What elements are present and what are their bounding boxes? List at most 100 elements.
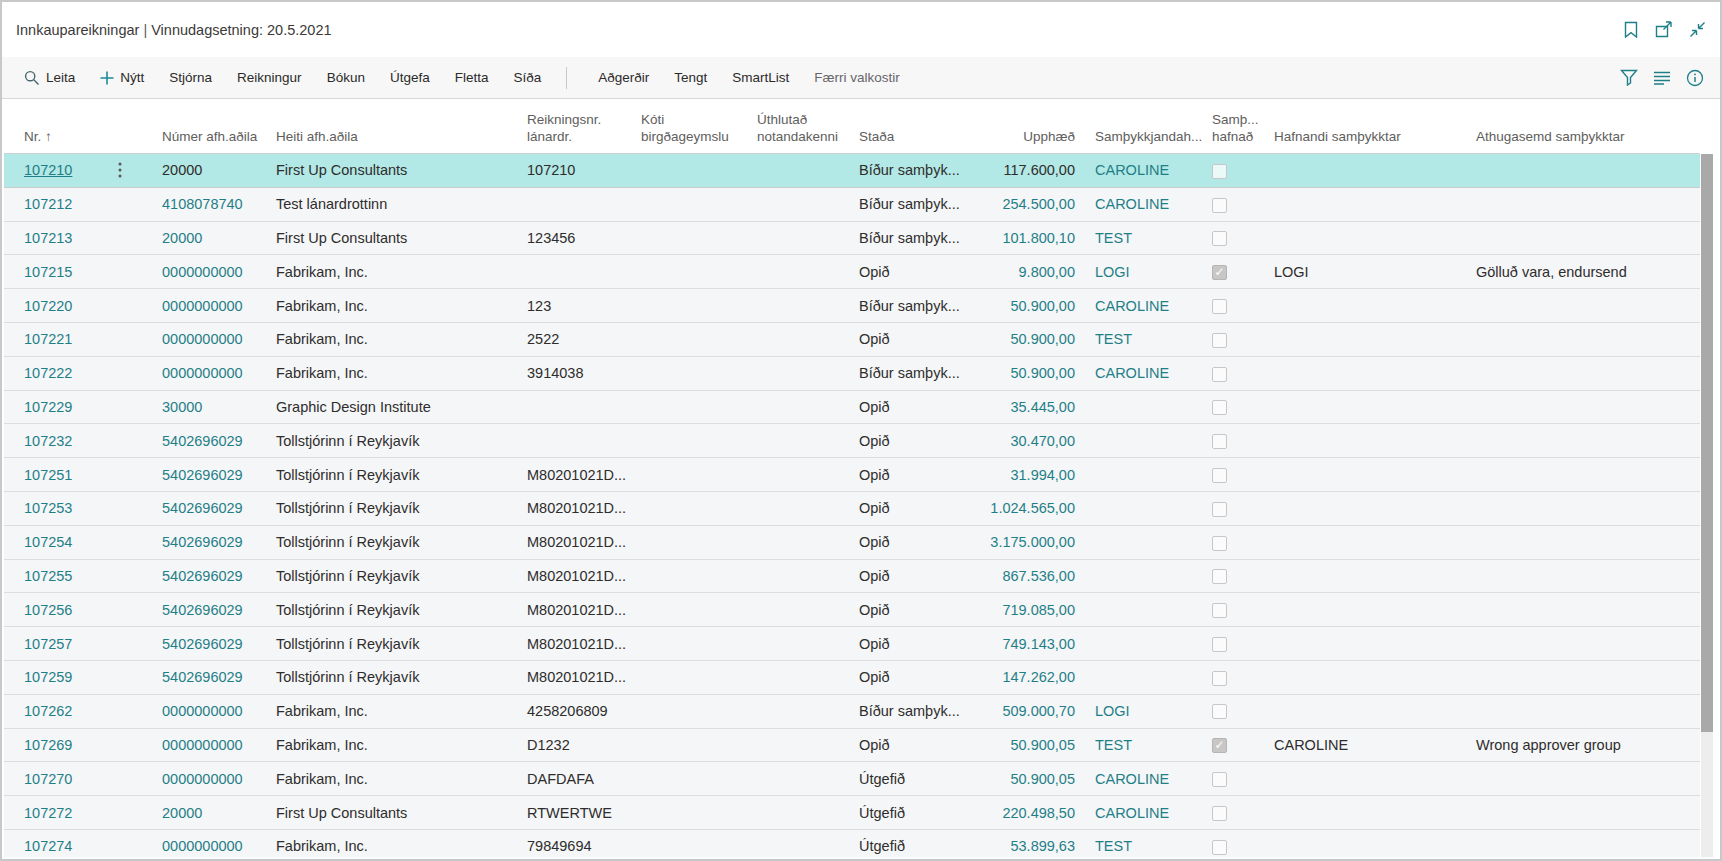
rejected-checkbox[interactable] bbox=[1212, 806, 1227, 821]
column-header-nr[interactable]: Nr. ↑ bbox=[4, 128, 150, 153]
amount-value[interactable]: 220.498,50 bbox=[1002, 805, 1075, 821]
approver-value[interactable]: CAROLINE bbox=[1095, 365, 1169, 381]
amount-value[interactable]: 254.500,00 bbox=[1002, 196, 1075, 212]
rejected-checkbox[interactable] bbox=[1212, 840, 1227, 855]
filter-icon[interactable] bbox=[1620, 69, 1638, 86]
amount-value[interactable]: 30.470,00 bbox=[1010, 433, 1075, 449]
amount-value[interactable]: 101.800,10 bbox=[1002, 230, 1075, 246]
column-header-approval_comment[interactable]: Athugasemd samþykktar bbox=[1464, 128, 1700, 153]
amount-value[interactable]: 53.899,63 bbox=[1010, 838, 1075, 854]
approver-value[interactable]: TEST bbox=[1095, 230, 1132, 246]
amount-value[interactable]: 50.900,05 bbox=[1010, 737, 1075, 753]
menu-item-s-a[interactable]: Síða bbox=[513, 70, 541, 85]
amount-value[interactable]: 1.024.565,00 bbox=[990, 500, 1075, 516]
table-row[interactable]: 1072555402696029Tollstjórinn í Reykjavík… bbox=[4, 560, 1700, 594]
table-row[interactable]: 10727220000First Up ConsultantsRTWERTWEÚ… bbox=[4, 796, 1700, 830]
table-row[interactable]: 1072535402696029Tollstjórinn í Reykjavík… bbox=[4, 492, 1700, 526]
table-row[interactable]: 1072575402696029Tollstjórinn í Reykjavík… bbox=[4, 627, 1700, 661]
vendor_no-value[interactable]: 0000000000 bbox=[162, 365, 243, 381]
nr-value[interactable]: 107222 bbox=[24, 365, 72, 381]
rejected-checkbox-checked[interactable] bbox=[1212, 738, 1227, 753]
table-row[interactable]: 1072620000000000Fabrikam, Inc.4258206809… bbox=[4, 695, 1700, 729]
rejected-checkbox[interactable] bbox=[1212, 400, 1227, 415]
vendor_no-value[interactable]: 0000000000 bbox=[162, 703, 243, 719]
rejected-checkbox[interactable] bbox=[1212, 468, 1227, 483]
approver-value[interactable]: LOGI bbox=[1095, 703, 1130, 719]
menu-item-f-rri-valkostir[interactable]: Færri valkostir bbox=[814, 70, 900, 85]
column-header-invoice_no[interactable]: Reikningsnr. lánardr. bbox=[515, 111, 629, 153]
table-row[interactable]: 1072565402696029Tollstjórinn í Reykjavík… bbox=[4, 593, 1700, 627]
vendor_no-value[interactable]: 5402696029 bbox=[162, 669, 243, 685]
nr-value[interactable]: 107254 bbox=[24, 534, 72, 550]
rejected-checkbox[interactable] bbox=[1212, 231, 1227, 246]
menu-item-tengt[interactable]: Tengt bbox=[674, 70, 707, 85]
nr-value[interactable]: 107256 bbox=[24, 602, 72, 618]
nr-value[interactable]: 107212 bbox=[24, 196, 72, 212]
menu-item-stj-rna[interactable]: Stjórna bbox=[169, 70, 212, 85]
vendor_no-value[interactable]: 5402696029 bbox=[162, 467, 243, 483]
vendor_no-value[interactable]: 30000 bbox=[162, 399, 202, 415]
table-row[interactable]: 10721020000First Up Consultants107210Bíð… bbox=[4, 154, 1700, 188]
amount-value[interactable]: 50.900,00 bbox=[1010, 331, 1075, 347]
nr-value[interactable]: 107251 bbox=[24, 467, 72, 483]
rejected-checkbox[interactable] bbox=[1212, 502, 1227, 517]
row-context-menu-icon[interactable] bbox=[118, 162, 122, 178]
column-header-rejecting_approver[interactable]: Hafnandi samþykktar bbox=[1262, 128, 1464, 153]
nr-value[interactable]: 107262 bbox=[24, 703, 72, 719]
table-row[interactable]: 10722930000Graphic Design InstituteOpið3… bbox=[4, 391, 1700, 425]
approver-value[interactable]: CAROLINE bbox=[1095, 298, 1169, 314]
amount-value[interactable]: 867.536,00 bbox=[1002, 568, 1075, 584]
nr-value[interactable]: 107229 bbox=[24, 399, 72, 415]
table-row[interactable]: 1072690000000000Fabrikam, Inc.D1232Opið5… bbox=[4, 729, 1700, 763]
rejected-checkbox[interactable] bbox=[1212, 434, 1227, 449]
table-row[interactable]: 1072325402696029Tollstjórinn í Reykjavík… bbox=[4, 424, 1700, 458]
menu-item-leita[interactable]: Leita bbox=[24, 70, 75, 86]
open-in-new-window-icon[interactable] bbox=[1655, 21, 1673, 38]
amount-value[interactable]: 50.900,00 bbox=[1010, 298, 1075, 314]
amount-value[interactable]: 31.994,00 bbox=[1010, 467, 1075, 483]
menu-item-smartlist[interactable]: SmartList bbox=[732, 70, 789, 85]
vendor_no-value[interactable]: 0000000000 bbox=[162, 264, 243, 280]
menu-item--tgefa[interactable]: Útgefa bbox=[390, 70, 430, 85]
nr-value[interactable]: 107213 bbox=[24, 230, 72, 246]
table-row[interactable]: 1072124108078740Test lánardrottinnBíður … bbox=[4, 188, 1700, 222]
approver-value[interactable]: CAROLINE bbox=[1095, 162, 1169, 178]
scrollbar-thumb[interactable] bbox=[1701, 154, 1713, 732]
approver-value[interactable]: LOGI bbox=[1095, 264, 1130, 280]
rejected-checkbox[interactable] bbox=[1212, 198, 1227, 213]
table-row[interactable]: 1072700000000000Fabrikam, Inc.DAFDAFAÚtg… bbox=[4, 762, 1700, 796]
amount-value[interactable]: 50.900,05 bbox=[1010, 771, 1075, 787]
amount-value[interactable]: 509.000,70 bbox=[1002, 703, 1075, 719]
table-row[interactable]: 1072210000000000Fabrikam, Inc.2522Opið50… bbox=[4, 323, 1700, 357]
nr-value[interactable]: 107255 bbox=[24, 568, 72, 584]
vendor_no-value[interactable]: 0000000000 bbox=[162, 737, 243, 753]
approver-value[interactable]: CAROLINE bbox=[1095, 771, 1169, 787]
vendor_no-value[interactable]: 5402696029 bbox=[162, 534, 243, 550]
vendor_no-value[interactable]: 5402696029 bbox=[162, 433, 243, 449]
rejected-checkbox[interactable] bbox=[1212, 333, 1227, 348]
collapse-icon[interactable] bbox=[1689, 21, 1706, 38]
vendor_no-value[interactable]: 0000000000 bbox=[162, 771, 243, 787]
vendor_no-value[interactable]: 20000 bbox=[162, 162, 202, 178]
bookmark-icon[interactable] bbox=[1623, 21, 1639, 38]
amount-value[interactable]: 50.900,00 bbox=[1010, 365, 1075, 381]
approver-value[interactable]: TEST bbox=[1095, 838, 1132, 854]
column-header-amount[interactable]: Upphæð bbox=[967, 128, 1083, 153]
vendor_no-value[interactable]: 0000000000 bbox=[162, 298, 243, 314]
column-header-vendor_name[interactable]: Heiti afh.aðila bbox=[264, 128, 515, 153]
list-icon[interactable] bbox=[1653, 70, 1671, 85]
vendor_no-value[interactable]: 20000 bbox=[162, 805, 202, 821]
menu-item-n-tt[interactable]: Nýtt bbox=[100, 70, 144, 85]
vendor_no-value[interactable]: 5402696029 bbox=[162, 602, 243, 618]
column-header-assigned_user[interactable]: Úthlutað notandakenni bbox=[745, 111, 847, 153]
rejected-checkbox[interactable] bbox=[1212, 569, 1227, 584]
vendor_no-value[interactable]: 0000000000 bbox=[162, 331, 243, 347]
vendor_no-value[interactable]: 20000 bbox=[162, 230, 202, 246]
approver-value[interactable]: TEST bbox=[1095, 331, 1132, 347]
amount-value[interactable]: 9.800,00 bbox=[1019, 264, 1075, 280]
table-row[interactable]: 1072595402696029Tollstjórinn í Reykjavík… bbox=[4, 661, 1700, 695]
menu-item-fletta[interactable]: Fletta bbox=[455, 70, 489, 85]
amount-value[interactable]: 719.085,00 bbox=[1002, 602, 1075, 618]
table-row[interactable]: 1072545402696029Tollstjórinn í Reykjavík… bbox=[4, 526, 1700, 560]
amount-value[interactable]: 117.600,00 bbox=[1004, 162, 1076, 178]
